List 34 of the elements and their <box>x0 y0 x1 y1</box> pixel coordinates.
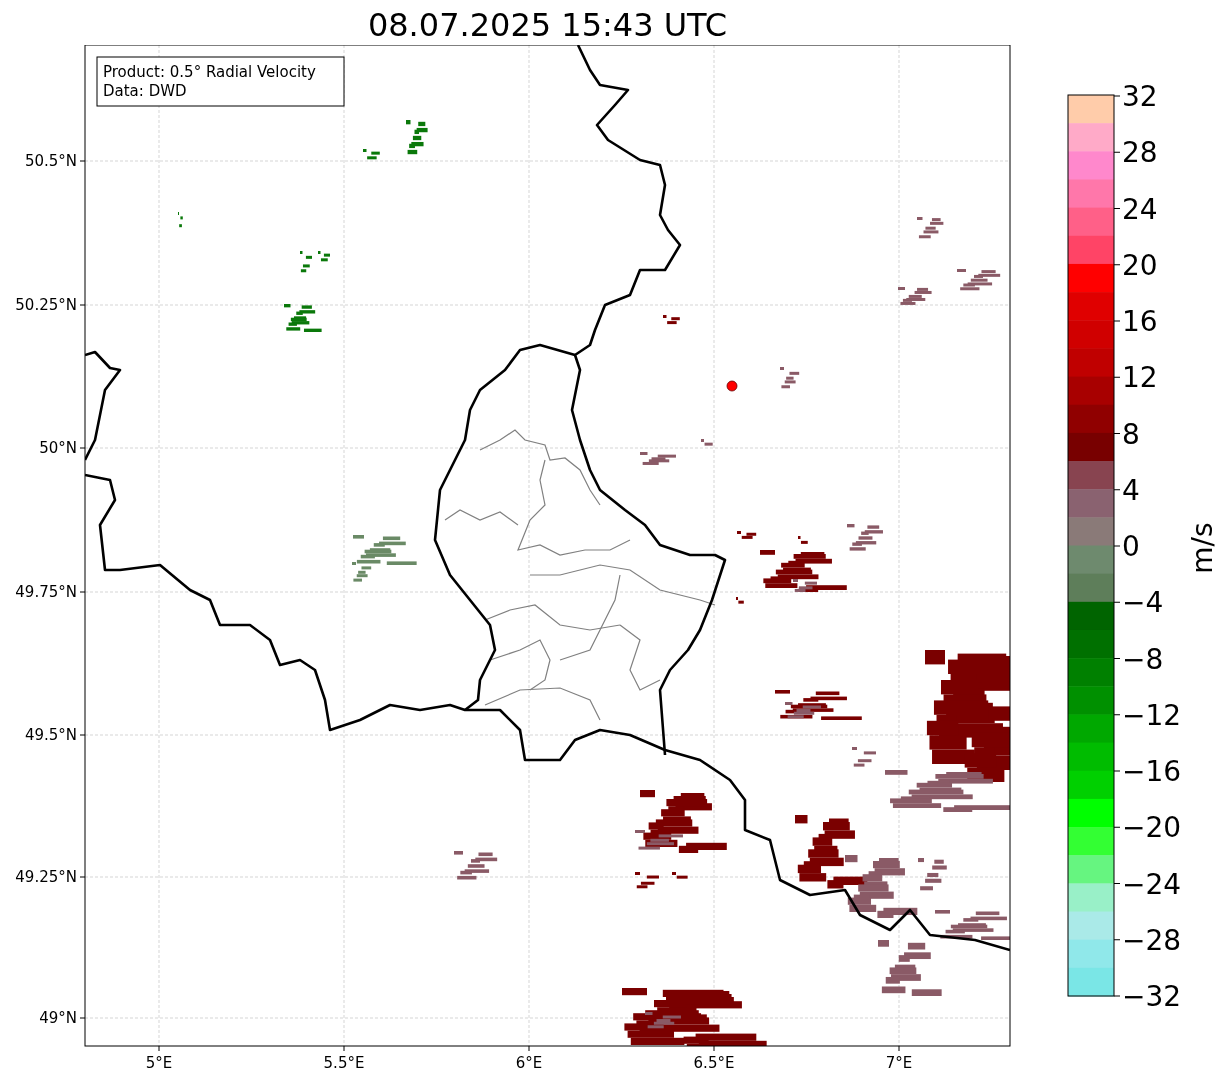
info-text: Product: 0.5° Radial Velocity <box>103 63 316 81</box>
colorbar-tick-label: 8 <box>1122 417 1140 451</box>
axis-tick-label: 49°N <box>39 1009 77 1027</box>
colorbar-tick-label: −32 <box>1122 980 1182 1013</box>
axis-tick-label: 7°E <box>885 1054 913 1072</box>
colorbar-tick-label: −16 <box>1122 755 1182 788</box>
axis-tick-label: 6°E <box>515 1054 543 1072</box>
axis-tick-label: 50.5°N <box>24 152 77 170</box>
axis-tick-label: 49.5°N <box>24 726 77 744</box>
colorbar-tick-label: −12 <box>1122 698 1182 732</box>
colorbar-tick-label: 28 <box>1122 136 1158 170</box>
radar-site-icon <box>726 380 738 392</box>
colorbar-tick-label: 32 <box>1122 80 1158 113</box>
colorbar-tick-label: 4 <box>1122 473 1140 507</box>
colorbar-tick-label: −24 <box>1122 867 1182 901</box>
colorbar-tick-label: 12 <box>1122 361 1158 395</box>
colorbar-tick-label: −20 <box>1122 811 1182 845</box>
axis-tick-label: 49.75°N <box>15 583 77 601</box>
colorbar-tick-label: −8 <box>1122 642 1164 676</box>
axis-tick-label: 6.5°E <box>693 1054 735 1072</box>
axis-tick-label: 50°N <box>39 439 77 457</box>
colorbar-label: m/s <box>1186 522 1219 574</box>
colorbar-tick-label: 16 <box>1122 305 1158 338</box>
info-text: Data: DWD <box>103 82 187 100</box>
colorbar-tick-label: 20 <box>1122 248 1158 282</box>
colorbar-tick-label: 0 <box>1122 530 1140 563</box>
colorbar-tick-label: 24 <box>1122 192 1158 226</box>
axis-tick-label: 5°E <box>145 1054 173 1072</box>
axis-tick-label: 50.25°N <box>15 296 77 314</box>
axis-tick-label: 5.5°E <box>323 1054 365 1072</box>
colorbar-tick-label: −4 <box>1122 586 1164 620</box>
colorbar-tick-label: −28 <box>1122 923 1182 957</box>
chart-title: 08.07.2025 15:43 UTC <box>367 4 728 41</box>
axis-tick-label: 49.25°N <box>15 868 77 886</box>
